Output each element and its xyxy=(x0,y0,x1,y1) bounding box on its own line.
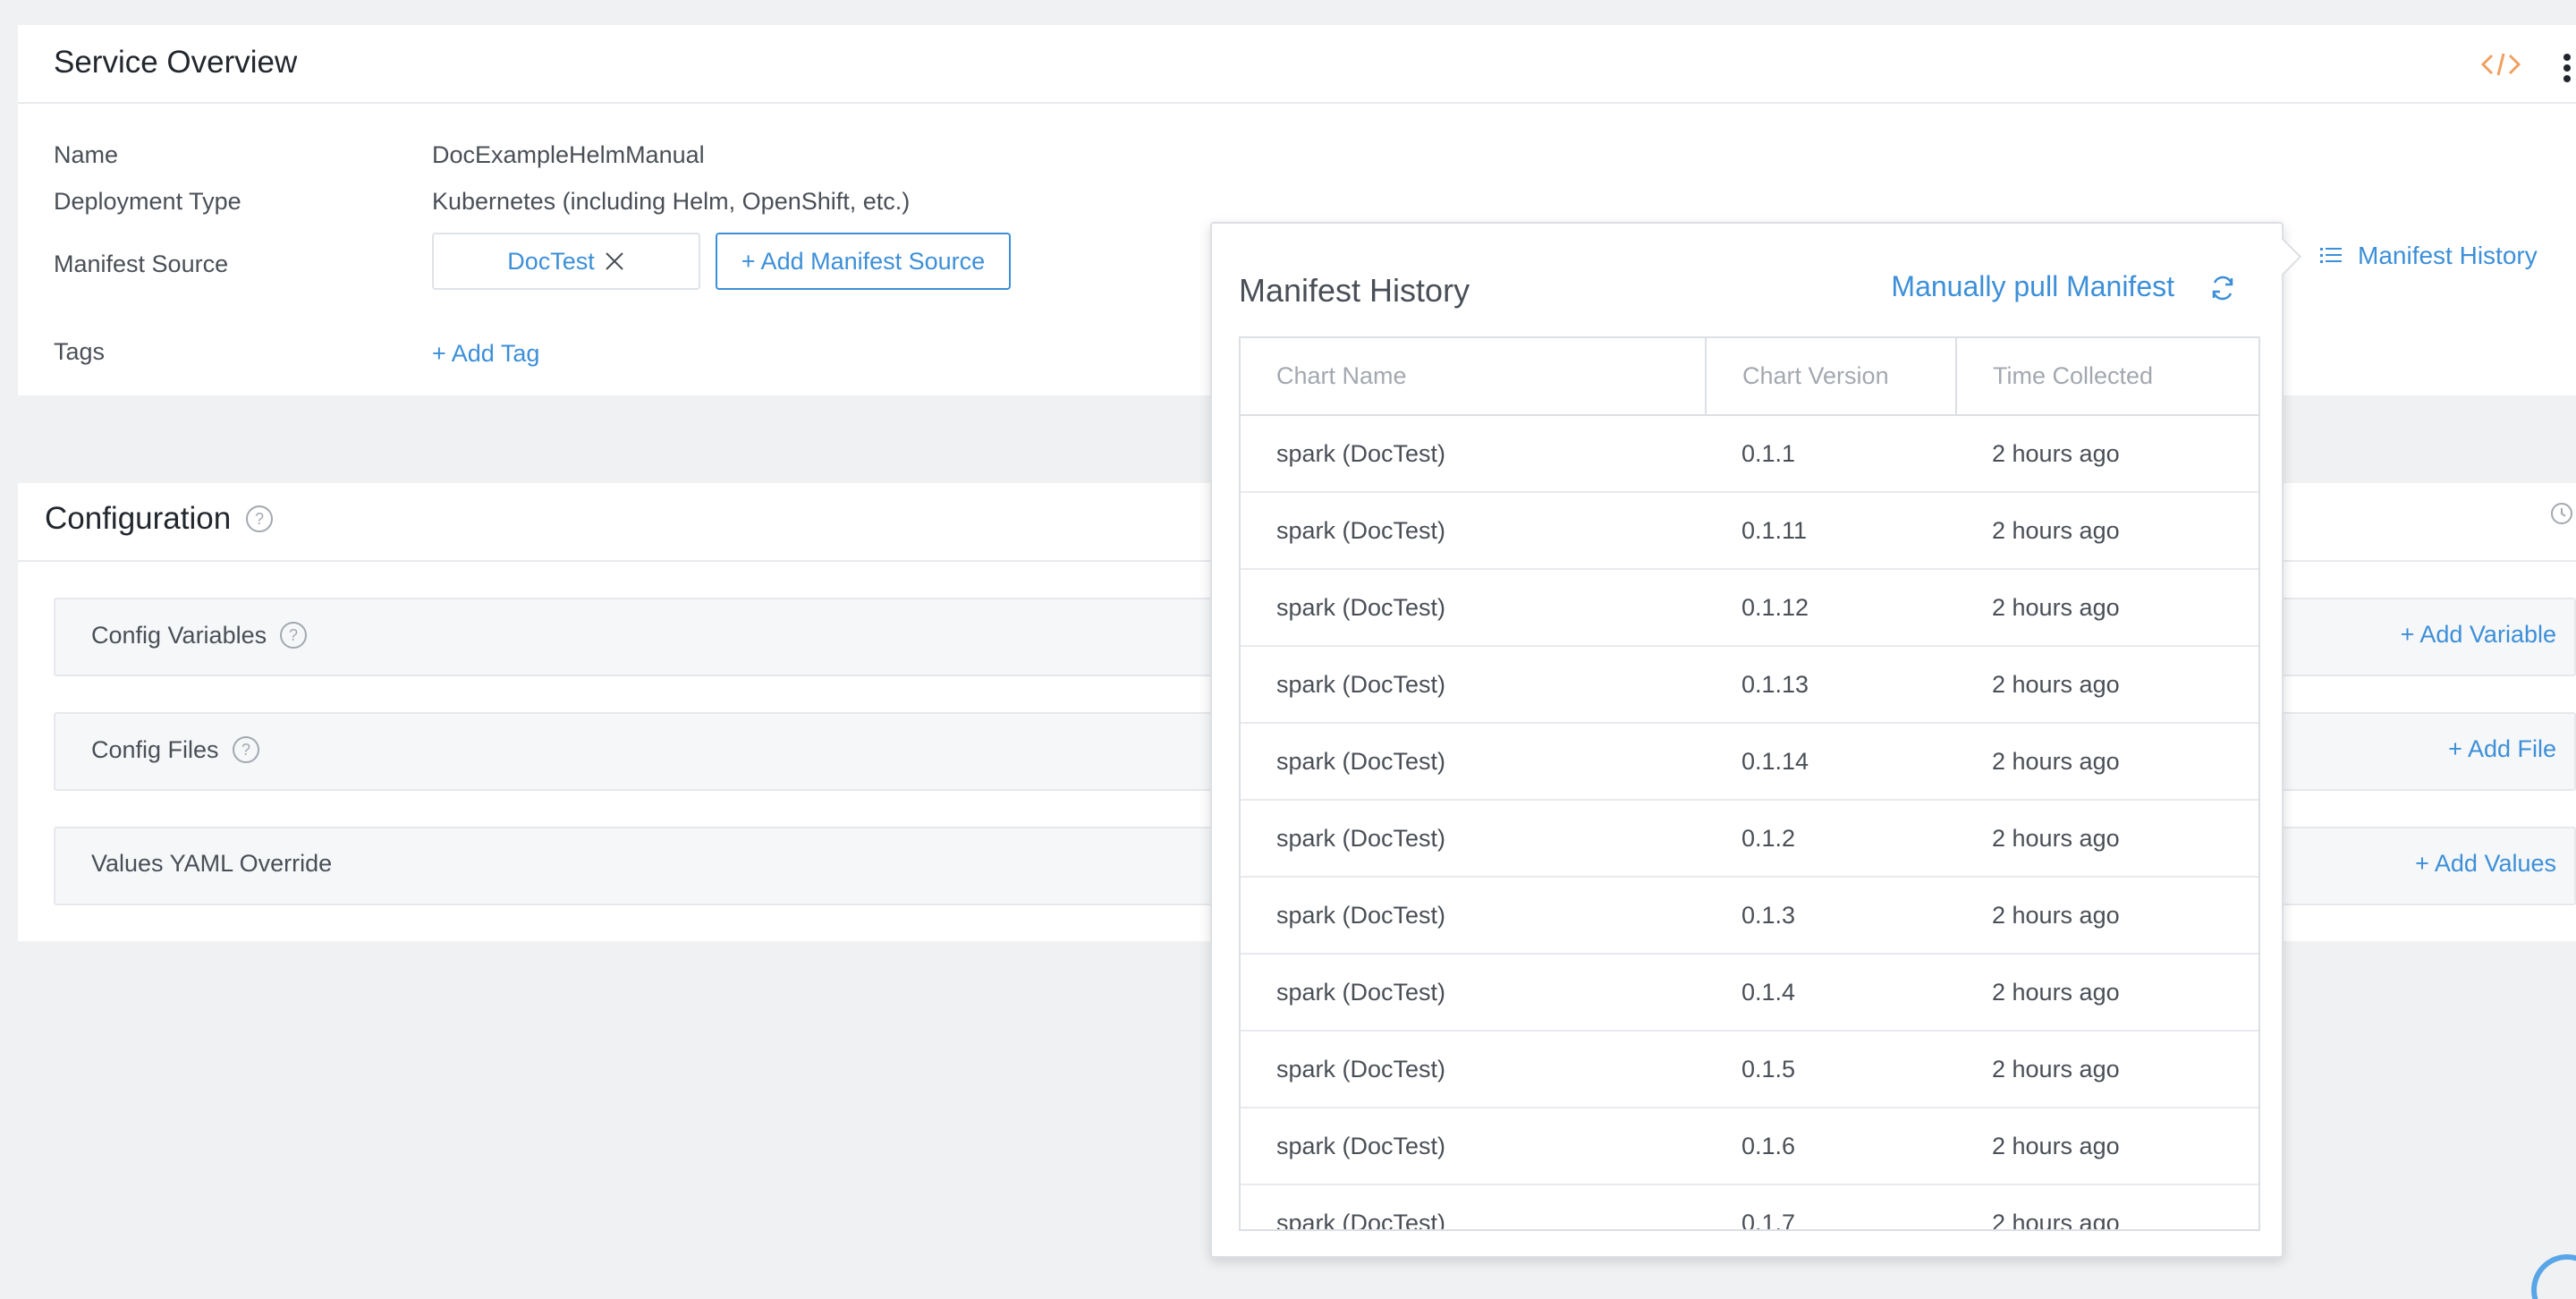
manifest-history-table-wrap[interactable]: Chart Name Chart Version Time Collected … xyxy=(1239,336,2260,1231)
help-icon[interactable]: ? xyxy=(245,505,274,533)
configuration-title-wrap: Configuration ? xyxy=(45,501,274,537)
time-collected-cell: 2 hours ago xyxy=(1956,569,2258,647)
add-file-link[interactable]: + Add File xyxy=(2448,735,2556,763)
manifest-history-table: Chart Name Chart Version Time Collected … xyxy=(1241,338,2258,1229)
time-collected-cell: 2 hours ago xyxy=(1956,646,2258,724)
add-variable-link[interactable]: + Add Variable xyxy=(2401,621,2556,649)
history-icon[interactable] xyxy=(2549,501,2574,526)
time-collected-cell: 2 hours ago xyxy=(1956,877,2258,955)
config-variables-label-wrap: Config Variables ? xyxy=(91,621,308,650)
chart-version-cell: 0.1.12 xyxy=(1706,569,1956,647)
time-collected-cell: 2 hours ago xyxy=(1956,1184,2258,1229)
chart-version-cell: 0.1.7 xyxy=(1706,1184,1956,1229)
svg-text:?: ? xyxy=(242,741,250,759)
config-files-label-wrap: Config Files ? xyxy=(91,735,260,764)
manifest-history-link[interactable]: Manifest History xyxy=(2318,242,2538,270)
time-collected-cell: 2 hours ago xyxy=(1956,1031,2258,1108)
chart-version-cell: 0.1.14 xyxy=(1706,723,1956,801)
values-yaml-override-label-wrap: Values YAML Override xyxy=(91,850,332,878)
chart-name-cell: spark (DocTest) xyxy=(1241,954,1706,1032)
tags-label: Tags xyxy=(54,338,106,365)
refresh-icon[interactable] xyxy=(2208,274,2237,302)
svg-text:?: ? xyxy=(289,626,298,644)
table-header-row: Chart Name Chart Version Time Collected xyxy=(1241,338,2258,416)
column-header-time-collected[interactable]: Time Collected xyxy=(1956,338,2258,416)
time-collected-cell: 2 hours ago xyxy=(1956,723,2258,801)
add-tag-link[interactable]: + Add Tag xyxy=(432,340,539,368)
chart-version-cell: 0.1.11 xyxy=(1706,492,1956,570)
help-widget-edge[interactable] xyxy=(2531,1254,2576,1299)
table-row[interactable]: spark (DocTest) 0.1.2 2 hours ago xyxy=(1241,800,2258,878)
chart-version-cell: 0.1.1 xyxy=(1706,415,1956,493)
chart-name-cell: spark (DocTest) xyxy=(1241,646,1706,724)
time-collected-cell: 2 hours ago xyxy=(1956,1108,2258,1185)
table-row[interactable]: spark (DocTest) 0.1.7 2 hours ago xyxy=(1241,1184,2258,1229)
table-row[interactable]: spark (DocTest) 0.1.1 2 hours ago xyxy=(1241,415,2258,493)
chart-version-cell: 0.1.6 xyxy=(1706,1108,1956,1185)
configuration-title: Configuration xyxy=(45,501,232,536)
add-values-link[interactable]: + Add Values xyxy=(2415,850,2556,878)
config-variables-label: Config Variables xyxy=(91,621,267,649)
deployment-type-label: Deployment Type xyxy=(54,188,242,215)
chart-name-cell: spark (DocTest) xyxy=(1241,1108,1706,1185)
more-options-icon[interactable] xyxy=(2558,50,2576,86)
values-yaml-override-label: Values YAML Override xyxy=(91,850,333,877)
time-collected-cell: 2 hours ago xyxy=(1956,954,2258,1032)
chart-name-cell: spark (DocTest) xyxy=(1241,877,1706,955)
chart-version-cell: 0.1.2 xyxy=(1706,800,1956,878)
manifest-source-label: Manifest Source xyxy=(54,250,229,277)
close-icon[interactable] xyxy=(604,250,625,272)
popover-title: Manifest History xyxy=(1239,272,1470,309)
column-header-chart-name[interactable]: Chart Name xyxy=(1241,338,1707,416)
manifest-source-chip-label[interactable]: DocTest xyxy=(507,248,595,276)
manifest-history-link-label[interactable]: Manifest History xyxy=(2358,242,2538,270)
service-overview-title: Service Overview xyxy=(54,45,298,80)
manifest-history-popover: Manifest History Manually pull Manifest … xyxy=(1210,222,2302,1258)
manually-pull-manifest-link[interactable]: Manually pull Manifest xyxy=(1891,270,2174,303)
help-icon[interactable]: ? xyxy=(232,735,260,764)
chart-version-cell: 0.1.4 xyxy=(1706,954,1956,1032)
table-row[interactable]: spark (DocTest) 0.1.3 2 hours ago xyxy=(1241,877,2258,955)
config-files-label: Config Files xyxy=(91,735,219,763)
chart-version-cell: 0.1.3 xyxy=(1706,877,1956,955)
svg-text:?: ? xyxy=(255,510,264,528)
deployment-type-value: Kubernetes (including Helm, OpenShift, e… xyxy=(432,188,911,215)
chart-name-cell: spark (DocTest) xyxy=(1241,1031,1706,1108)
table-row[interactable]: spark (DocTest) 0.1.13 2 hours ago xyxy=(1241,646,2258,724)
manifest-source-chip[interactable]: DocTest xyxy=(432,233,700,290)
time-collected-cell: 2 hours ago xyxy=(1956,492,2258,570)
help-icon[interactable]: ? xyxy=(279,621,308,650)
chart-name-cell: spark (DocTest) xyxy=(1241,415,1706,493)
chart-name-cell: spark (DocTest) xyxy=(1241,1184,1706,1229)
chart-name-cell: spark (DocTest) xyxy=(1241,800,1706,878)
chart-name-cell: spark (DocTest) xyxy=(1241,723,1706,801)
add-manifest-source-button[interactable]: + Add Manifest Source xyxy=(716,233,1011,290)
service-overview-header: Service Overview xyxy=(18,25,2576,104)
time-collected-cell: 2 hours ago xyxy=(1956,415,2258,493)
chart-name-cell: spark (DocTest) xyxy=(1241,569,1706,647)
table-row[interactable]: spark (DocTest) 0.1.14 2 hours ago xyxy=(1241,723,2258,801)
list-icon xyxy=(2320,248,2342,263)
table-row[interactable]: spark (DocTest) 0.1.5 2 hours ago xyxy=(1241,1031,2258,1108)
table-row[interactable]: spark (DocTest) 0.1.4 2 hours ago xyxy=(1241,954,2258,1032)
table-row[interactable]: spark (DocTest) 0.1.11 2 hours ago xyxy=(1241,492,2258,570)
time-collected-cell: 2 hours ago xyxy=(1956,800,2258,878)
table-row[interactable]: spark (DocTest) 0.1.6 2 hours ago xyxy=(1241,1108,2258,1185)
chart-name-cell: spark (DocTest) xyxy=(1241,492,1706,570)
code-icon[interactable] xyxy=(2481,48,2521,81)
table-row[interactable]: spark (DocTest) 0.1.12 2 hours ago xyxy=(1241,569,2258,647)
name-label: Name xyxy=(54,141,119,168)
name-value: DocExampleHelmManual xyxy=(432,141,705,168)
chart-version-cell: 0.1.5 xyxy=(1706,1031,1956,1108)
column-header-chart-version[interactable]: Chart Version xyxy=(1706,338,1957,416)
chart-version-cell: 0.1.13 xyxy=(1706,646,1956,724)
